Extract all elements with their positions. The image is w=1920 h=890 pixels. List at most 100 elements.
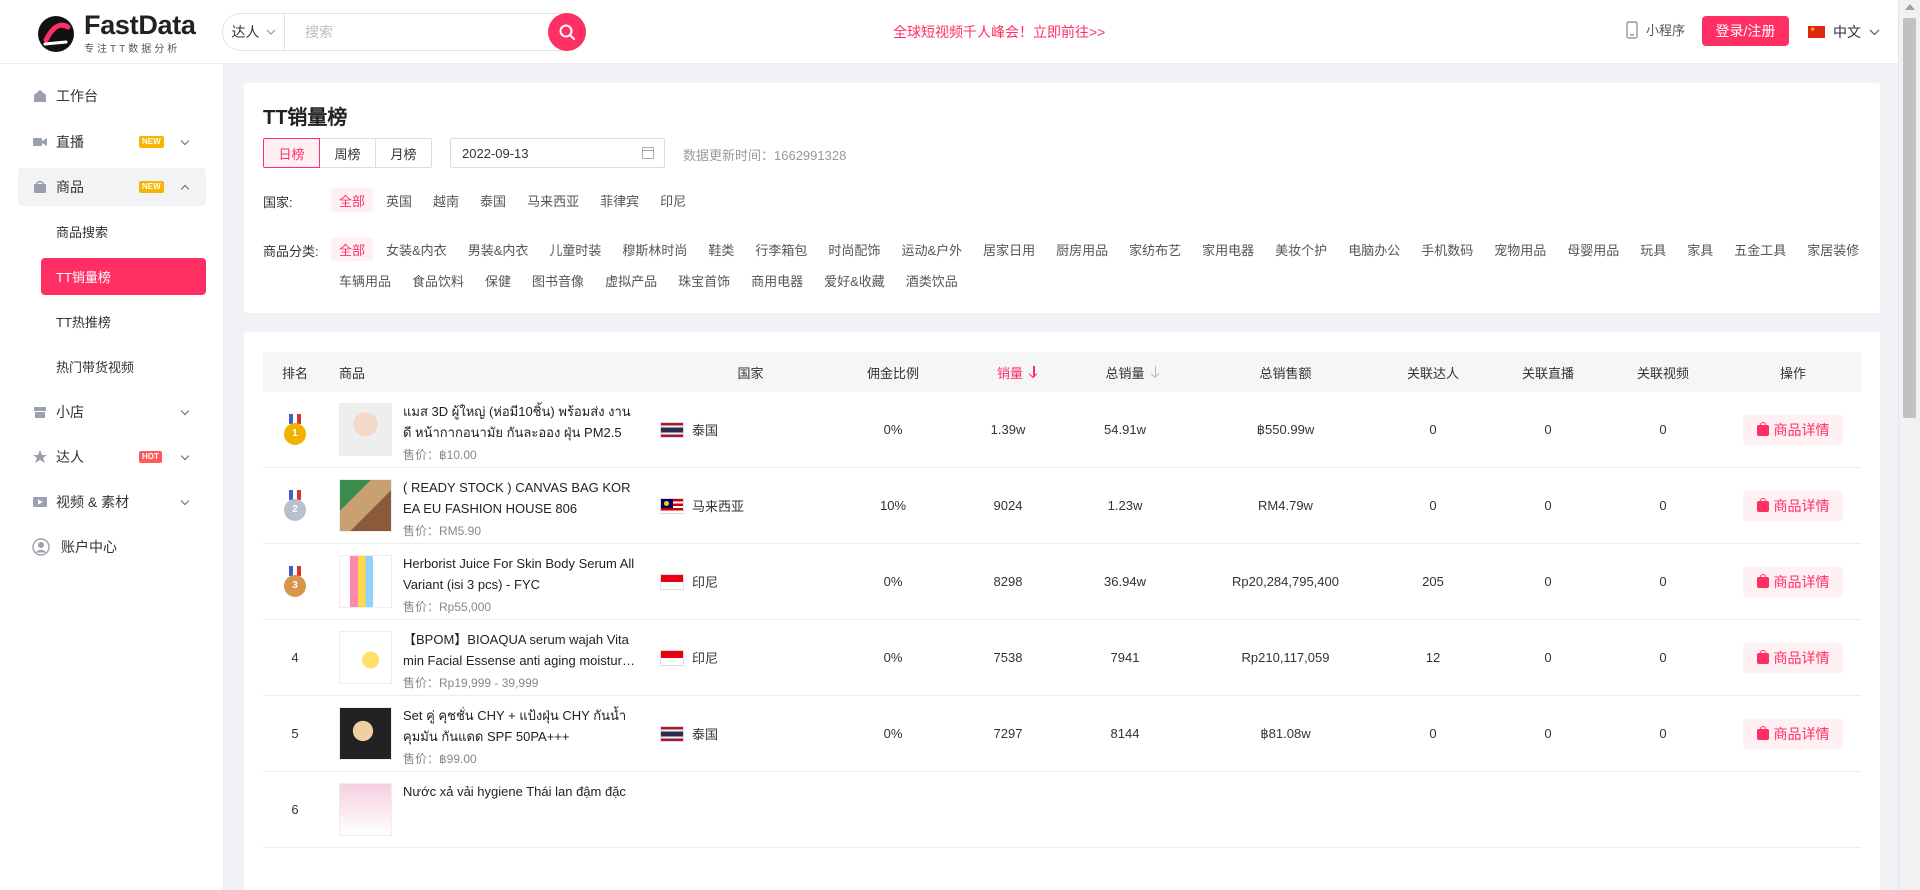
logo[interactable]: FastData 专注TT数据分析 bbox=[36, 12, 196, 55]
category-filter-option[interactable]: 手机数码 bbox=[1413, 237, 1481, 261]
table-row[interactable]: 5 Set คู่ คุชชั่น CHY + แป้งฝุ่น CHY กัน… bbox=[263, 696, 1861, 772]
sidebar-item-influencers[interactable]: 达人 HOT bbox=[18, 438, 206, 476]
category-filter-option[interactable]: 家具 bbox=[1679, 237, 1721, 261]
influencers-value: 0 bbox=[1429, 726, 1437, 741]
col-revenue: 总销售额 bbox=[1259, 365, 1312, 381]
category-filter-option[interactable]: 电脑办公 bbox=[1340, 237, 1408, 261]
product-info: Herborist Juice For Skin Body Serum All … bbox=[403, 553, 635, 615]
category-filter-option[interactable]: 儿童时装 bbox=[541, 237, 609, 261]
new-badge: NEW bbox=[139, 181, 164, 193]
country-filter-option[interactable]: 泰国 bbox=[472, 188, 514, 212]
country-filter-option[interactable]: 菲律宾 bbox=[592, 188, 647, 212]
table-row[interactable]: 4 【BPOM】BIOAQUA serum wajah Vitamin Faci… bbox=[263, 620, 1861, 696]
sidebar-subitem-tt-sales-rank[interactable]: TT销量榜 bbox=[41, 258, 206, 295]
influencers-value: 205 bbox=[1422, 574, 1444, 589]
product-title[interactable]: Set คู่ คุชชั่น CHY + แป้งฝุ่น CHY กันน้… bbox=[403, 705, 635, 747]
country-filter-label: 国家: bbox=[263, 195, 293, 210]
product-title[interactable]: 【BPOM】BIOAQUA serum wajah Vitamin Facial… bbox=[403, 629, 635, 671]
sidebar-item-label: 商品 bbox=[56, 179, 84, 195]
category-filter-option[interactable]: 图书音像 bbox=[524, 268, 592, 292]
sidebar-item-live[interactable]: 直播 NEW bbox=[18, 123, 206, 161]
category-filter-option[interactable]: 美妆个护 bbox=[1267, 237, 1335, 261]
table-row[interactable]: 6 Nước xả vải hygiene Thái lan đậm đặc bbox=[263, 772, 1861, 848]
category-filter-option[interactable]: 全部 bbox=[331, 237, 374, 261]
category-filter-option[interactable]: 酒类饮品 bbox=[898, 268, 966, 292]
product-title[interactable]: Herborist Juice For Skin Body Serum All … bbox=[403, 553, 635, 595]
category-filter-option[interactable]: 五金工具 bbox=[1726, 237, 1794, 261]
table-row[interactable]: 1 แมส 3D ผู้ใหญ่ (ห่อมี10ชิ้น) พร้อมส่ง … bbox=[263, 392, 1861, 468]
category-filter-option[interactable]: 居家日用 bbox=[975, 237, 1043, 261]
product-detail-button[interactable]: 商品详情 bbox=[1743, 718, 1843, 749]
sidebar-subitem-tt-hot-rank[interactable]: TT热推榜 bbox=[41, 303, 206, 340]
product-thumbnail[interactable] bbox=[339, 783, 392, 836]
country-filter-option[interactable]: 全部 bbox=[331, 188, 374, 212]
sidebar-item-account[interactable]: 账户中心 bbox=[18, 528, 206, 566]
category-filter-option[interactable]: 时尚配饰 bbox=[820, 237, 888, 261]
category-filter-option[interactable]: 玩具 bbox=[1632, 237, 1674, 261]
product-title[interactable]: แมส 3D ผู้ใหญ่ (ห่อมี10ชิ้น) พร้อมส่ง งา… bbox=[403, 401, 635, 443]
language-select[interactable]: 中文 bbox=[1808, 22, 1880, 42]
category-filter-option[interactable]: 鞋类 bbox=[700, 237, 742, 261]
sidebar-subitem-hot-videos[interactable]: 热门带货视频 bbox=[41, 348, 206, 385]
promo-link[interactable]: 全球短视频千人峰会！立即前往>> bbox=[893, 22, 1105, 42]
sales-value: 7538 bbox=[993, 650, 1023, 665]
category-filter-option[interactable]: 爱好&收藏 bbox=[816, 268, 893, 292]
table-row[interactable]: 2 ( READY STOCK ) CANVAS BAG KOREA EU FA… bbox=[263, 468, 1861, 544]
category-filter-option[interactable]: 珠宝首饰 bbox=[670, 268, 738, 292]
product-title[interactable]: ( READY STOCK ) CANVAS BAG KOREA EU FASH… bbox=[403, 477, 635, 519]
scrollbar-thumb[interactable] bbox=[1903, 18, 1916, 418]
country-filter-option[interactable]: 马来西亚 bbox=[519, 188, 587, 212]
category-filter-option[interactable]: 家用电器 bbox=[1194, 237, 1262, 261]
category-filter-option[interactable]: 家纺布艺 bbox=[1121, 237, 1189, 261]
sidebar-item-video-material[interactable]: 视频 & 素材 bbox=[18, 483, 206, 521]
mini-program-button[interactable]: 小程序 bbox=[1626, 20, 1685, 39]
category-filter-option[interactable]: 家居装修 bbox=[1799, 237, 1867, 261]
tab-monthly[interactable]: 月榜 bbox=[375, 138, 432, 168]
top-header: FastData 专注TT数据分析 达人 全球短视频千人峰会！立即前往>> 小程… bbox=[0, 0, 1898, 64]
category-filter-option[interactable]: 行李箱包 bbox=[747, 237, 815, 261]
category-filter-option[interactable]: 虚拟产品 bbox=[597, 268, 665, 292]
category-filter-option[interactable]: 运动&户外 bbox=[893, 237, 970, 261]
product-title[interactable]: Nước xả vải hygiene Thái lan đậm đặc bbox=[403, 781, 635, 802]
category-filter-option[interactable]: 穆斯林时尚 bbox=[614, 237, 695, 261]
sidebar-item-products[interactable]: 商品 NEW bbox=[18, 168, 206, 206]
country-filter-option[interactable]: 英国 bbox=[378, 188, 420, 212]
scroll-up-arrow-icon[interactable] bbox=[1905, 4, 1915, 10]
country-flag-icon bbox=[660, 573, 684, 590]
category-filter-option[interactable]: 食品饮料 bbox=[404, 268, 472, 292]
product-thumbnail[interactable] bbox=[339, 403, 392, 456]
product-thumbnail[interactable] bbox=[339, 707, 392, 760]
tab-daily[interactable]: 日榜 bbox=[263, 138, 320, 168]
table-row[interactable]: 3 Herborist Juice For Skin Body Serum Al… bbox=[263, 544, 1861, 620]
country-filter-option[interactable]: 越南 bbox=[425, 188, 467, 212]
date-picker[interactable]: 2022-09-13 bbox=[450, 138, 665, 168]
product-detail-button[interactable]: 商品详情 bbox=[1743, 642, 1843, 673]
product-detail-button[interactable]: 商品详情 bbox=[1743, 490, 1843, 521]
product-detail-button[interactable]: 商品详情 bbox=[1743, 566, 1843, 597]
product-thumbnail[interactable] bbox=[339, 479, 392, 532]
sidebar-subitem-product-search[interactable]: 商品搜索 bbox=[41, 213, 206, 250]
search-button[interactable] bbox=[548, 13, 586, 51]
country-filter-option[interactable]: 印尼 bbox=[652, 188, 694, 212]
product-thumbnail[interactable] bbox=[339, 631, 392, 684]
category-filter-option[interactable]: 厨房用品 bbox=[1048, 237, 1116, 261]
sidebar-item-shop[interactable]: 小店 bbox=[18, 393, 206, 431]
login-register-button[interactable]: 登录/注册 bbox=[1702, 16, 1789, 46]
category-filter-option[interactable]: 男装&内衣 bbox=[460, 237, 537, 261]
col-sales-sort[interactable]: 销量 bbox=[963, 352, 1073, 392]
search-type-select[interactable]: 达人 bbox=[223, 14, 285, 50]
category-filter-option[interactable]: 车辆用品 bbox=[331, 268, 399, 292]
sidebar-item-workbench[interactable]: 工作台 bbox=[18, 77, 206, 115]
product-detail-button[interactable]: 商品详情 bbox=[1743, 414, 1843, 445]
category-filter-option[interactable]: 母婴用品 bbox=[1559, 237, 1627, 261]
category-filter-option[interactable]: 保健 bbox=[477, 268, 519, 292]
tab-weekly[interactable]: 周榜 bbox=[319, 138, 376, 168]
col-total-sales-sort[interactable]: 总销量 bbox=[1078, 352, 1188, 392]
category-filter-option[interactable]: 商用电器 bbox=[743, 268, 811, 292]
search-input[interactable] bbox=[287, 14, 531, 50]
category-filter-option[interactable]: 女装&内衣 bbox=[378, 237, 455, 261]
total-sales-value: 54.91w bbox=[1104, 422, 1146, 437]
vertical-scrollbar[interactable] bbox=[1898, 0, 1920, 890]
category-filter-option[interactable]: 宠物用品 bbox=[1486, 237, 1554, 261]
product-thumbnail[interactable] bbox=[339, 555, 392, 608]
